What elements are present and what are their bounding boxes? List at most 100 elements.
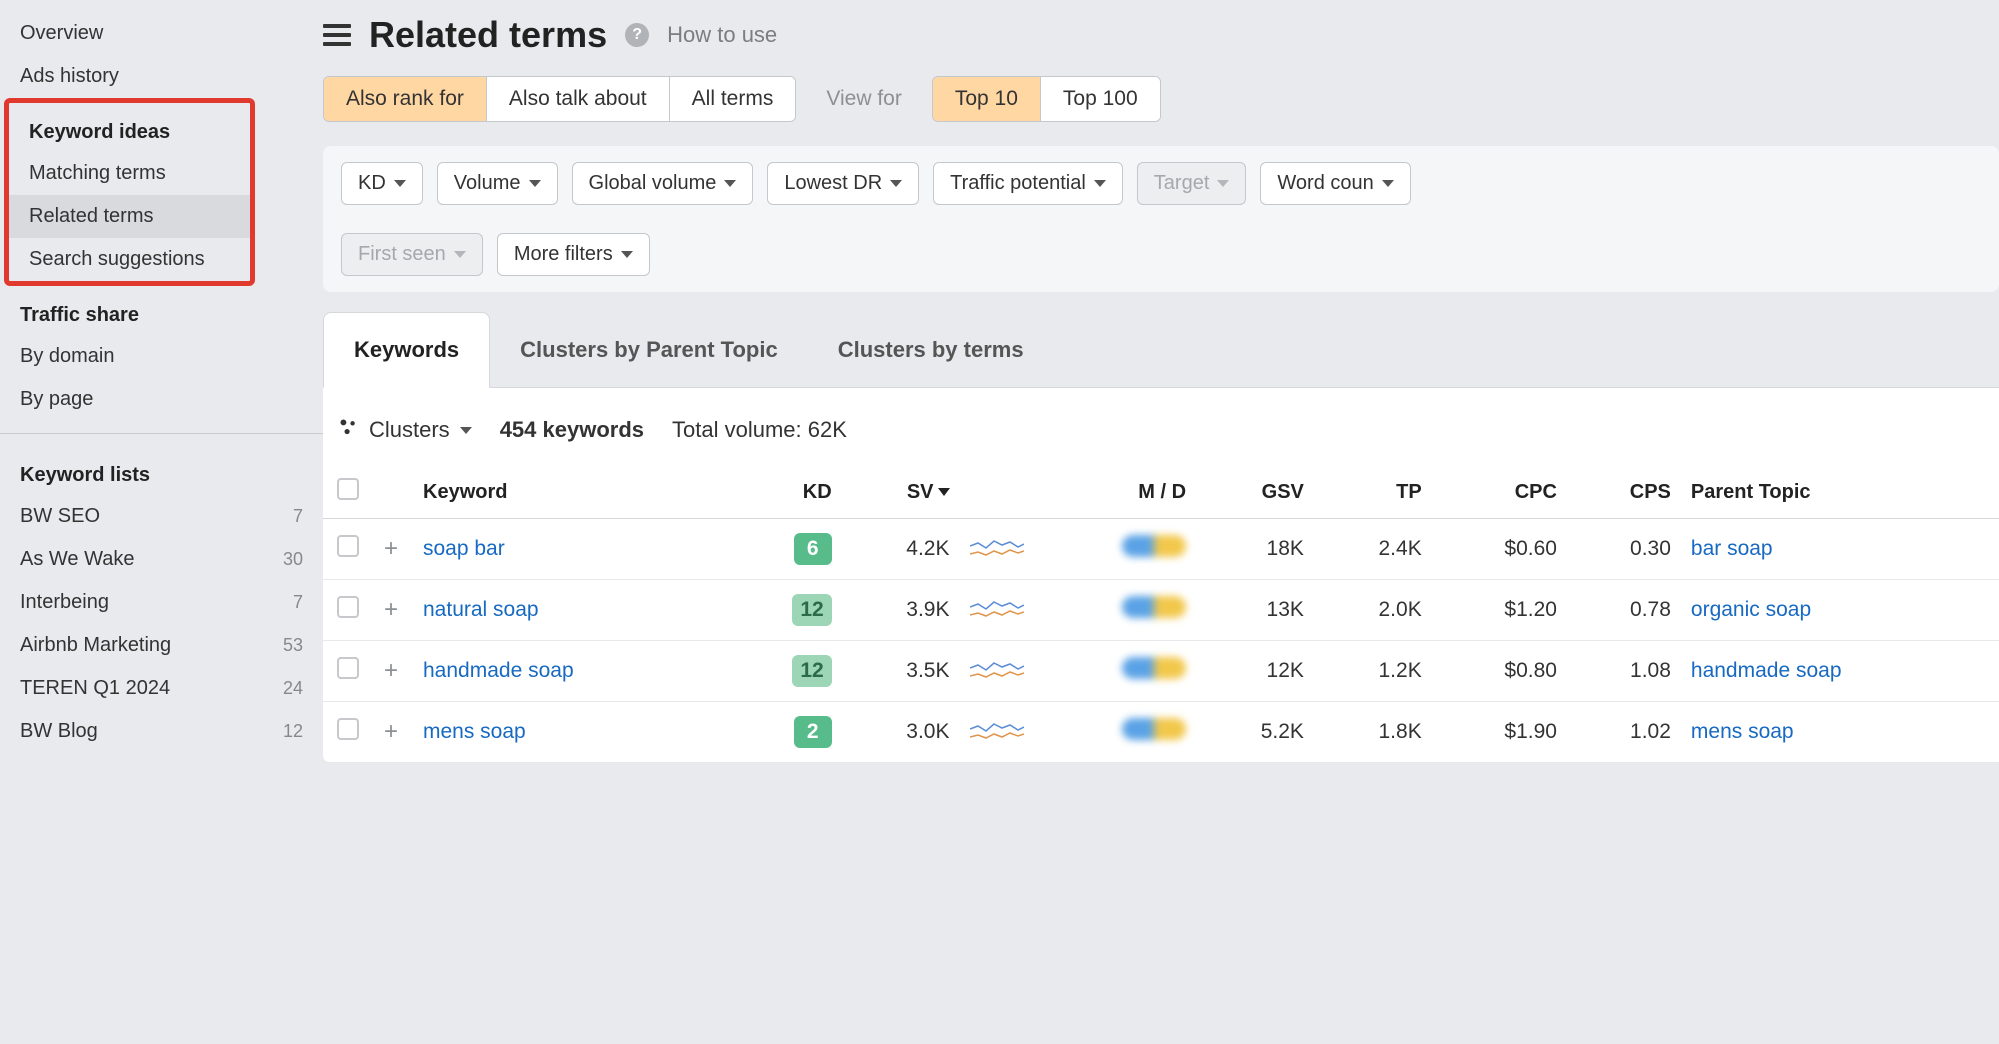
chevron-down-icon bbox=[1217, 180, 1229, 187]
sidebar-item-related-terms[interactable]: Related terms bbox=[9, 195, 250, 238]
sidebar-list-item-count: 53 bbox=[283, 635, 303, 656]
keywords-table: Keyword KD SV M / D GSV TP CPC CPS Paren… bbox=[323, 466, 1999, 763]
cpc-value: $1.20 bbox=[1432, 580, 1567, 641]
add-icon[interactable]: + bbox=[379, 537, 403, 561]
sidebar-list-item[interactable]: BW Blog12 bbox=[0, 710, 323, 753]
col-md[interactable]: M / D bbox=[1040, 466, 1197, 519]
sidebar-list-item[interactable]: BW SEO 7 bbox=[0, 495, 323, 538]
parent-topic-link[interactable]: mens soap bbox=[1691, 720, 1794, 743]
table-row: +handmade soap123.5K12K1.2K$0.801.08hand… bbox=[323, 641, 1999, 702]
row-checkbox[interactable] bbox=[337, 718, 359, 740]
parent-topic-link[interactable]: handmade soap bbox=[1691, 659, 1842, 682]
gsv-value: 18K bbox=[1196, 519, 1314, 580]
tp-value: 2.0K bbox=[1314, 580, 1432, 641]
help-link[interactable]: How to use bbox=[667, 22, 777, 48]
sidebar-list-item-count: 7 bbox=[293, 592, 303, 613]
sidebar-item-overview[interactable]: Overview bbox=[0, 12, 323, 55]
cps-value: 1.02 bbox=[1567, 702, 1681, 763]
sidebar-item-by-domain[interactable]: By domain bbox=[0, 335, 323, 378]
section-tab-keywords[interactable]: Keywords bbox=[323, 312, 490, 388]
primary-tab-group: Also rank for Also talk about All terms bbox=[323, 76, 796, 122]
col-cpc[interactable]: CPC bbox=[1432, 466, 1567, 519]
sidebar-heading-traffic-share: Traffic share bbox=[0, 286, 323, 335]
sidebar-heading-keyword-lists: Keyword lists bbox=[0, 446, 323, 495]
keyword-link[interactable]: natural soap bbox=[423, 598, 539, 621]
filter-kd[interactable]: KD bbox=[341, 162, 423, 205]
keyword-ideas-highlight: Keyword ideas Matching terms Related ter… bbox=[4, 98, 255, 286]
tab-all-terms[interactable]: All terms bbox=[670, 77, 796, 121]
row-checkbox[interactable] bbox=[337, 657, 359, 679]
sidebar-list-item[interactable]: As We Wake30 bbox=[0, 538, 323, 581]
keyword-link[interactable]: handmade soap bbox=[423, 659, 574, 682]
sv-value: 3.0K bbox=[842, 702, 960, 763]
row-checkbox[interactable] bbox=[337, 596, 359, 618]
kd-badge: 12 bbox=[792, 655, 831, 687]
tab-top-10[interactable]: Top 10 bbox=[933, 77, 1041, 121]
sidebar-list-item[interactable]: TEREN Q1 202424 bbox=[0, 667, 323, 710]
cps-value: 1.08 bbox=[1567, 641, 1681, 702]
keyword-link[interactable]: mens soap bbox=[423, 720, 526, 743]
chevron-down-icon bbox=[394, 180, 406, 187]
sidebar-item-matching-terms[interactable]: Matching terms bbox=[9, 152, 250, 195]
sidebar-list-item-count: 12 bbox=[283, 721, 303, 742]
filter-more-filters[interactable]: More filters bbox=[497, 233, 650, 276]
gsv-value: 12K bbox=[1196, 641, 1314, 702]
sidebar-list-item-label: BW SEO bbox=[20, 505, 100, 528]
col-keyword[interactable]: Keyword bbox=[413, 466, 731, 519]
filter-global-volume[interactable]: Global volume bbox=[572, 162, 754, 205]
secondary-tab-group: Top 10 Top 100 bbox=[932, 76, 1161, 122]
help-icon[interactable]: ? bbox=[625, 23, 649, 47]
keyword-link[interactable]: soap bar bbox=[423, 537, 505, 560]
filter-traffic-potential[interactable]: Traffic potential bbox=[933, 162, 1123, 205]
sidebar-list-item-label: As We Wake bbox=[20, 548, 134, 571]
col-parent-topic[interactable]: Parent Topic bbox=[1681, 466, 1999, 519]
tab-also-talk-about[interactable]: Also talk about bbox=[487, 77, 670, 121]
kd-badge: 12 bbox=[792, 594, 831, 626]
col-gsv[interactable]: GSV bbox=[1196, 466, 1314, 519]
chevron-down-icon bbox=[890, 180, 902, 187]
md-value bbox=[1040, 580, 1197, 641]
tab-top-100[interactable]: Top 100 bbox=[1041, 77, 1160, 121]
filter-lowest-dr[interactable]: Lowest DR bbox=[767, 162, 919, 205]
section-tab-clusters-terms[interactable]: Clusters by terms bbox=[808, 312, 1054, 387]
sv-value: 3.9K bbox=[842, 580, 960, 641]
trend-sparkline bbox=[960, 702, 1040, 763]
trend-sparkline bbox=[960, 519, 1040, 580]
sidebar-item-ads-history[interactable]: Ads history bbox=[0, 55, 323, 98]
parent-topic-link[interactable]: bar soap bbox=[1691, 537, 1773, 560]
table-row: +natural soap123.9K13K2.0K$1.200.78organ… bbox=[323, 580, 1999, 641]
sidebar-list-item-count: 7 bbox=[293, 506, 303, 527]
tab-also-rank-for[interactable]: Also rank for bbox=[324, 77, 487, 121]
add-icon[interactable]: + bbox=[379, 659, 403, 683]
select-all-checkbox[interactable] bbox=[337, 478, 359, 500]
filter-volume[interactable]: Volume bbox=[437, 162, 558, 205]
sidebar-item-by-page[interactable]: By page bbox=[0, 378, 323, 421]
sv-value: 3.5K bbox=[842, 641, 960, 702]
filter-label: More filters bbox=[514, 243, 613, 266]
sidebar-list-item[interactable]: Airbnb Marketing53 bbox=[0, 624, 323, 667]
col-tp[interactable]: TP bbox=[1314, 466, 1432, 519]
gsv-value: 13K bbox=[1196, 580, 1314, 641]
filter-word-coun[interactable]: Word coun bbox=[1260, 162, 1410, 205]
col-kd[interactable]: KD bbox=[731, 466, 842, 519]
summary-row: Clusters 454 keywords Total volume: 62K bbox=[323, 406, 1999, 466]
filter-label: KD bbox=[358, 172, 386, 195]
row-checkbox[interactable] bbox=[337, 535, 359, 557]
sidebar-list-item[interactable]: Interbeing7 bbox=[0, 581, 323, 624]
main-content: Related terms ? How to use Also rank for… bbox=[323, 0, 1999, 763]
add-icon[interactable]: + bbox=[379, 598, 403, 622]
menu-toggle-icon[interactable] bbox=[323, 24, 351, 46]
clusters-dropdown[interactable]: Clusters bbox=[337, 416, 472, 444]
sidebar-item-search-suggestions[interactable]: Search suggestions bbox=[9, 238, 250, 281]
add-icon[interactable]: + bbox=[379, 720, 403, 744]
col-cps[interactable]: CPS bbox=[1567, 466, 1681, 519]
filter-label: Global volume bbox=[589, 172, 717, 195]
filter-label: Word coun bbox=[1277, 172, 1373, 195]
col-sv[interactable]: SV bbox=[842, 466, 960, 519]
trend-sparkline bbox=[960, 641, 1040, 702]
parent-topic-link[interactable]: organic soap bbox=[1691, 598, 1811, 621]
section-tab-clusters-parent[interactable]: Clusters by Parent Topic bbox=[490, 312, 808, 387]
trend-sparkline bbox=[960, 580, 1040, 641]
page-header: Related terms ? How to use bbox=[323, 0, 1999, 76]
section-tabs: Keywords Clusters by Parent Topic Cluste… bbox=[323, 312, 1999, 388]
